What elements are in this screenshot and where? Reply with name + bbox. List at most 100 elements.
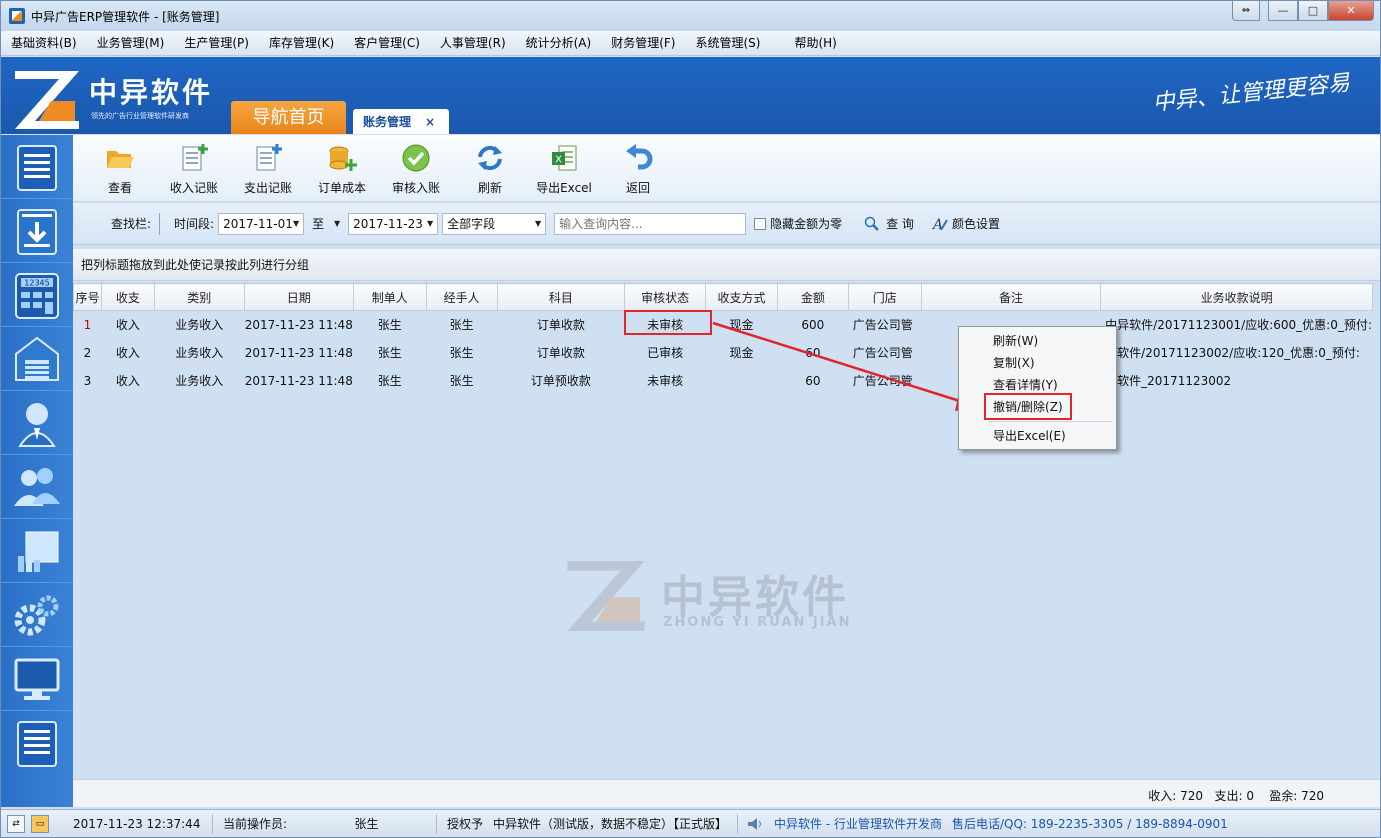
minimize-button[interactable]: — [1268, 1, 1298, 21]
cell-store: 广告公司管 [847, 338, 922, 367]
status-license-label: 授权予 [447, 816, 484, 831]
cell-description: 中异软件/20171123001/应收:600_优惠:0_预付: [1100, 310, 1373, 339]
brand-logo-icon [15, 71, 79, 129]
income-entry-button[interactable]: 收入记账 [157, 135, 231, 202]
sidebar-item-warehouse[interactable] [1, 327, 73, 391]
sidebar-item-customer-service[interactable] [1, 391, 73, 455]
order-cost-button[interactable]: 订单成本 [305, 135, 379, 202]
menu-help[interactable]: 帮助(H) [784, 31, 846, 56]
col-header-type[interactable]: 收支 [100, 283, 155, 311]
window-title: 中异广告ERP管理软件 - [账务管理] [31, 9, 220, 24]
nav-icon[interactable]: ⇄ [7, 814, 25, 833]
status-hotline: 售后电话/QQ: 189-2235-3305 / 189-8894-0901 [952, 816, 1228, 831]
col-header-store[interactable]: 门店 [847, 283, 922, 311]
gears-icon [14, 595, 59, 635]
cell-creator: 张生 [352, 310, 427, 339]
svg-text:X: X [555, 155, 562, 166]
table-row[interactable]: 2 收入 业务收入 2017-11-23 11:48 张生 张生 订单收款 已审… [73, 338, 1373, 367]
sidebar-item-finance[interactable]: 12345 [1, 263, 73, 327]
cell-amount: 600 [776, 310, 849, 339]
col-header-description[interactable]: 业务收款说明 [1100, 283, 1373, 311]
cell-payment-method [705, 366, 778, 395]
col-header-handler[interactable]: 经手人 [425, 283, 498, 311]
tool-label: 刷新 [477, 181, 502, 195]
main-window: 中异广告ERP管理软件 - [账务管理] ⇔ — □ ✕ 基础资料(B) 业务管… [0, 0, 1381, 838]
ctx-copy[interactable]: 复制(X) [959, 352, 1116, 374]
sidebar-item-staff[interactable] [1, 455, 73, 519]
close-button[interactable]: ✕ [1328, 1, 1374, 21]
cell-handler: 张生 [425, 310, 498, 339]
close-icon[interactable]: × [425, 115, 435, 129]
menu-inventory[interactable]: 库存管理(K) [259, 31, 344, 56]
menu-production[interactable]: 生产管理(P) [174, 31, 259, 56]
cell-category: 业务收入 [153, 366, 245, 395]
col-header-payment-method[interactable]: 收支方式 [705, 283, 778, 311]
table-row[interactable]: 3 收入 业务收入 2017-11-23 11:48 张生 张生 订单预收款 未… [73, 366, 1373, 395]
ctx-export-excel[interactable]: 导出Excel(E) [959, 425, 1116, 447]
restore-down-button[interactable]: ⇔ [1232, 1, 1260, 21]
table-header: 序号 收支 类别 日期 制单人 经手人 科目 审核状态 收支方式 金额 门店 备… [73, 283, 1373, 311]
col-header-category[interactable]: 类别 [153, 283, 245, 311]
tab-nav-home[interactable]: 导航首页 [231, 101, 346, 134]
menu-finance[interactable]: 财务管理(F) [601, 31, 685, 56]
query-button[interactable]: 查 询 [864, 215, 914, 232]
col-header-index[interactable]: 序号 [73, 283, 102, 311]
sidebar-item-settings[interactable] [1, 583, 73, 647]
date-to-picker[interactable]: 2017-11-23 ▼ [348, 212, 439, 235]
maximize-button[interactable]: □ [1298, 1, 1328, 21]
menu-customer[interactable]: 客户管理(C) [344, 31, 430, 56]
col-header-amount[interactable]: 金额 [776, 283, 849, 311]
refresh-button[interactable]: 刷新 [453, 135, 527, 202]
table-row[interactable]: 1 收入 业务收入 2017-11-23 11:48 张生 张生 订单收款 未审… [73, 310, 1373, 339]
menu-statistics[interactable]: 统计分析(A) [516, 31, 602, 56]
export-excel-button[interactable]: X 导出Excel [527, 135, 601, 202]
coins-add-icon [329, 146, 357, 171]
sidebar-item-documents[interactable] [1, 711, 73, 775]
status-datetime: 2017-11-23 12:37:44 [63, 813, 213, 834]
cell-payment-method: 现金 [705, 338, 778, 367]
color-settings-button[interactable]: A 颜色设置 [932, 215, 1000, 232]
period-label: 时间段: [174, 217, 215, 231]
tool-label: 订单成本 [317, 181, 366, 195]
ctx-refresh[interactable]: 刷新(W) [959, 330, 1116, 352]
expense-entry-button[interactable]: 支出记账 [231, 135, 305, 202]
col-header-date[interactable]: 日期 [243, 283, 354, 311]
col-header-creator[interactable]: 制单人 [352, 283, 427, 311]
col-header-remark[interactable]: 备注 [920, 283, 1102, 311]
menu-bar: 基础资料(B) 业务管理(M) 生产管理(P) 库存管理(K) 客户管理(C) … [1, 31, 1380, 56]
doc-add-icon [182, 144, 208, 171]
date-range-to[interactable]: 至 ▼ [308, 213, 344, 235]
refresh-icon [478, 145, 502, 171]
search-input[interactable] [554, 212, 747, 235]
folder-icon[interactable]: ▭ [31, 814, 49, 833]
menu-system[interactable]: 系统管理(S) [685, 31, 770, 56]
tool-label: 返回 [625, 181, 650, 195]
tool-label: 审核入账 [391, 181, 440, 195]
view-button[interactable]: 查看 [83, 135, 157, 202]
sidebar-item-system[interactable] [1, 647, 73, 711]
warehouse-icon [15, 336, 59, 381]
status-vendor[interactable]: 中异软件 - 行业管理软件开发商 [764, 814, 952, 834]
audit-post-button[interactable]: 审核入账 [379, 135, 453, 202]
group-by-panel[interactable]: 把列标题拖放到此处使记录按此列进行分组 [73, 249, 1380, 281]
chevron-down-icon: ▼ [292, 219, 300, 228]
date-from-value: 2017-11-01 [223, 216, 293, 231]
field-select[interactable]: 全部字段 ▼ [442, 212, 547, 235]
sidebar-item-statistics[interactable] [1, 519, 73, 583]
status-operator: 张生 [297, 813, 437, 834]
sidebar-item-orders[interactable] [1, 135, 73, 199]
hide-zero-checkbox[interactable] [754, 217, 767, 230]
cell-store: 广告公司管 [847, 366, 922, 395]
menu-business[interactable]: 业务管理(M) [87, 31, 175, 56]
sidebar-item-stock-in[interactable] [1, 199, 73, 263]
chevron-down-icon: ▼ [333, 219, 341, 228]
col-header-audit-status[interactable]: 审核状态 [624, 283, 707, 311]
menu-hr[interactable]: 人事管理(R) [430, 31, 516, 56]
menu-basic-data[interactable]: 基础资料(B) [1, 31, 87, 56]
col-header-subject[interactable]: 科目 [496, 283, 626, 311]
back-button[interactable]: 返回 [601, 135, 675, 202]
date-from-picker[interactable]: 2017-11-01 ▼ [218, 212, 305, 235]
tab-account-management[interactable]: 账务管理 × [353, 109, 449, 134]
cell-index: 2 [73, 338, 102, 367]
cell-subject: 订单收款 [496, 310, 626, 339]
